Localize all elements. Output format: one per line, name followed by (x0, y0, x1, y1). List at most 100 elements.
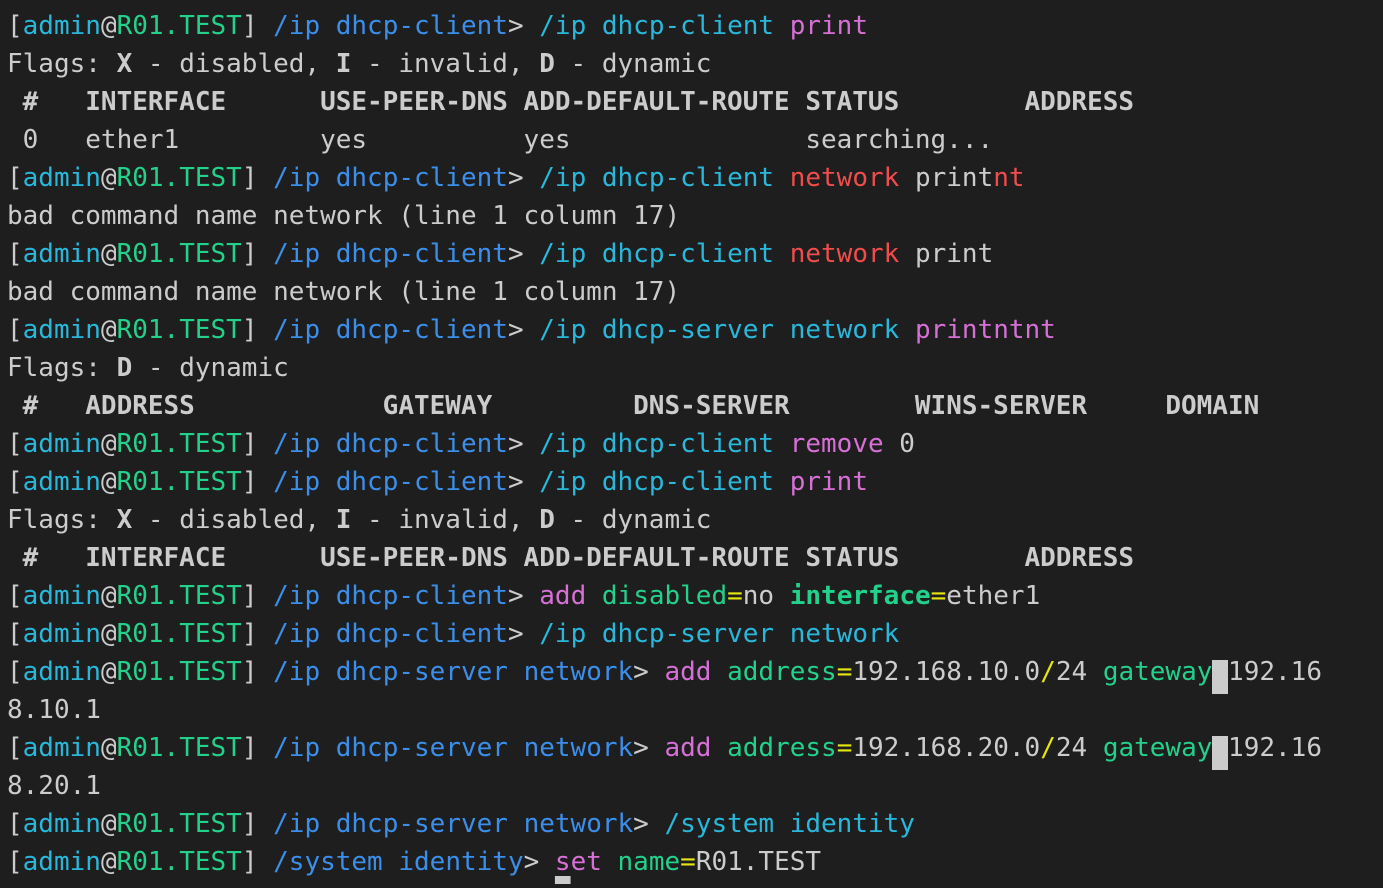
terminal-line: [admin@R01.TEST] /ip dhcp-client> /ip dh… (7, 425, 1383, 463)
text-cursor: = (1212, 660, 1229, 694)
terminal-text: [ (7, 163, 23, 193)
terminal-text: ] (241, 847, 274, 877)
terminal-text: > (507, 429, 540, 459)
terminal-text: R01.TEST (116, 847, 242, 877)
terminal-text: /ip dhcp-server network (539, 619, 900, 649)
terminal-text: R01.TEST (116, 429, 242, 459)
terminal-text: network (789, 239, 900, 269)
terminal-text: bad command name network (line 1 column … (7, 201, 681, 231)
terminal-line: [admin@R01.TEST] /ip dhcp-client> /ip dh… (7, 463, 1383, 501)
terminal-text: ] (241, 11, 274, 41)
terminal-text: /ip dhcp-client (539, 163, 790, 193)
terminal-text: print (789, 467, 868, 497)
terminal-text: 0 ether1 yes yes searching... (7, 125, 994, 155)
terminal-text: D (539, 505, 555, 535)
terminal-text: @ (100, 581, 117, 611)
terminal-text: @ (100, 315, 117, 345)
terminal-text: interface (789, 581, 931, 611)
terminal-line: # INTERFACE USE-PEER-DNS ADD-DEFAULT-ROU… (7, 539, 1383, 577)
terminal-text: admin (22, 847, 101, 877)
terminal-text: Flags: (7, 353, 117, 383)
terminal-text: R01.TEST (116, 809, 242, 839)
text-cursor: s (554, 847, 571, 877)
terminal-text: I (335, 505, 352, 535)
terminal-text: D (116, 353, 133, 383)
terminal-text: /ip dhcp-server network (273, 809, 634, 839)
terminal-line: Flags: X - disabled, I - invalid, D - dy… (7, 501, 1383, 539)
terminal-text: @ (100, 467, 117, 497)
terminal-line: [admin@R01.TEST] /ip dhcp-server network… (7, 653, 1383, 694)
terminal-text: 192.168.20.0 (852, 733, 1041, 763)
terminal-text: [ (7, 315, 23, 345)
terminal-text: R01.TEST (116, 581, 242, 611)
terminal-text: / (1040, 657, 1056, 687)
terminal-line: [admin@R01.TEST] /system identity> set n… (7, 843, 1383, 881)
terminal-text: @ (100, 657, 117, 687)
terminal-text: > (507, 581, 540, 611)
terminal-text: # INTERFACE USE-PEER-DNS ADD-DEFAULT-ROU… (7, 543, 1135, 573)
terminal-text: 192.168.10.0 (852, 657, 1041, 687)
terminal-text: = (680, 847, 696, 877)
terminal-text: Flags: (7, 49, 117, 79)
terminal-text: [ (7, 657, 23, 687)
terminal-text: /ip dhcp-client (273, 315, 508, 345)
terminal-text: > (633, 809, 665, 839)
terminal-text: X (116, 49, 133, 79)
terminal-text: Flags: (7, 505, 117, 535)
terminal-text: 192.16 (1228, 657, 1322, 687)
terminal-text: disabled (601, 581, 728, 611)
terminal-text: print (789, 11, 868, 41)
terminal-text: [ (7, 429, 23, 459)
terminal-text: [ (7, 619, 23, 649)
terminal-text: 0 (883, 429, 915, 459)
terminal-text: ] (241, 619, 274, 649)
terminal-text: ether1 (946, 581, 1041, 611)
terminal-text: = (836, 733, 853, 763)
terminal-text: 8.20.1 (7, 771, 101, 801)
terminal-text: @ (100, 619, 117, 649)
terminal-text: /ip dhcp-client (273, 467, 508, 497)
terminal-text: 24 (1055, 733, 1088, 763)
terminal-text: @ (100, 809, 117, 839)
terminal-text: [ (7, 467, 23, 497)
terminal-text: admin (22, 11, 101, 41)
terminal-text: /ip dhcp-client (539, 11, 790, 41)
terminal-text: X (116, 505, 133, 535)
terminal-text: 24 (1055, 657, 1088, 687)
terminal-line: [admin@R01.TEST] /ip dhcp-client> /ip dh… (7, 615, 1383, 653)
terminal-text: ] (241, 163, 274, 193)
terminal-line: Flags: D - dynamic (7, 349, 1383, 387)
terminal-line: 8.10.1 (7, 691, 1383, 729)
terminal-text: - invalid, (351, 505, 540, 535)
terminal-text: ] (241, 315, 274, 345)
terminal-output[interactable]: [admin@R01.TEST] /ip dhcp-client> /ip dh… (0, 0, 1383, 888)
terminal-text: @ (100, 429, 117, 459)
terminal-text: admin (22, 239, 101, 269)
terminal-text: /system identity (273, 847, 524, 877)
terminal-line: bad command name network (line 1 column … (7, 273, 1383, 311)
terminal-text: gateway (1102, 733, 1213, 763)
terminal-text: R01.TEST (116, 467, 242, 497)
clipped-top-edge (0, 0, 1383, 6)
terminal-text: - disabled, (132, 49, 336, 79)
terminal-text: no (742, 581, 775, 611)
terminal-text: ] (241, 429, 274, 459)
terminal-text: [ (7, 733, 23, 763)
terminal-text: /ip dhcp-client (273, 429, 508, 459)
terminal-text: /ip dhcp-client (273, 619, 508, 649)
terminal-text: R01.TEST (116, 657, 242, 687)
terminal-text: ] (241, 657, 274, 687)
terminal-line: [admin@R01.TEST] /ip dhcp-client> add di… (7, 577, 1383, 615)
terminal-text: /ip dhcp-client (539, 429, 790, 459)
terminal-text: add (664, 733, 712, 763)
terminal-text: admin (22, 619, 101, 649)
terminal-text: = (836, 657, 853, 687)
text-cursor: = (1212, 736, 1229, 770)
terminal-text: R01.TEST (116, 619, 242, 649)
